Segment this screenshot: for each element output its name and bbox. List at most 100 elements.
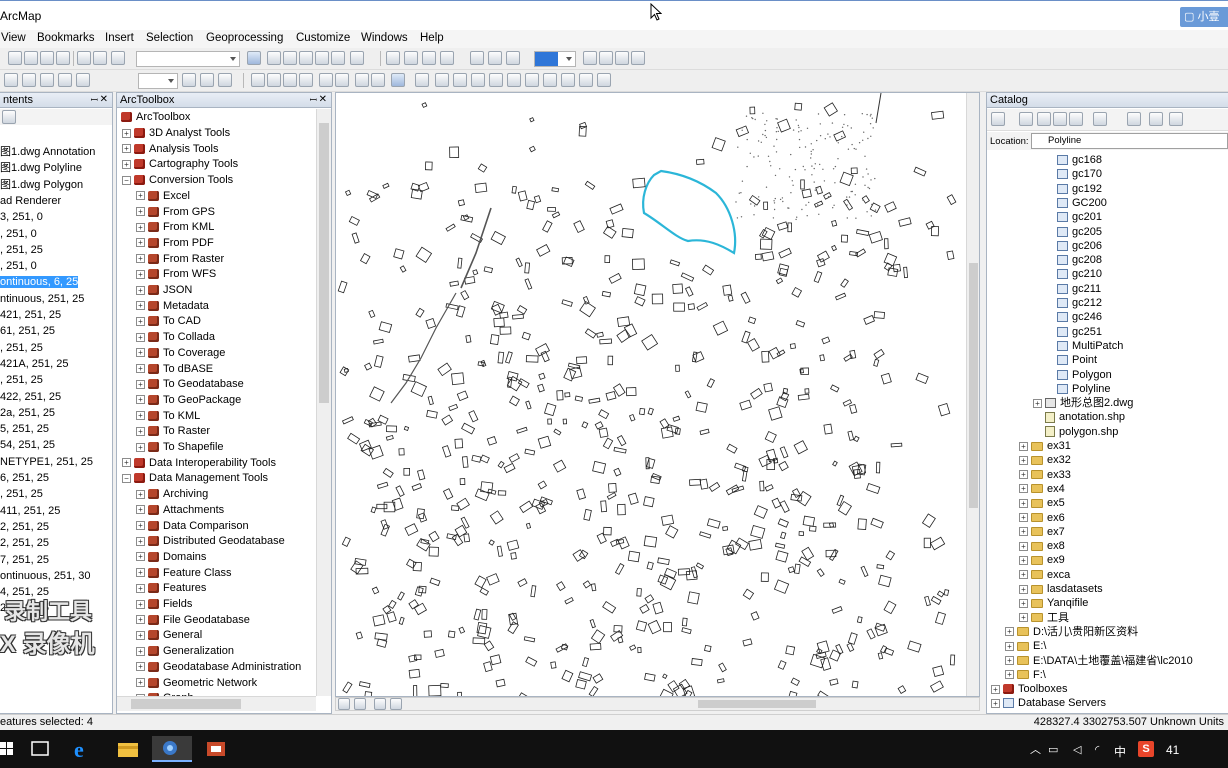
- expand-icon[interactable]: +: [136, 568, 145, 578]
- python-window-icon[interactable]: [299, 51, 313, 65]
- fixed-zoom-out-icon[interactable]: [335, 73, 349, 87]
- expand-icon[interactable]: +: [136, 254, 145, 264]
- expand-icon[interactable]: +: [1019, 541, 1028, 551]
- expand-icon[interactable]: +: [136, 238, 145, 248]
- toc-layer-row[interactable]: 7, 251, 25: [0, 552, 49, 568]
- toc-layer-row[interactable]: ad Renderer: [0, 193, 61, 209]
- toolset-item[interactable]: + Geodatabase Administration: [136, 660, 301, 676]
- toolset-item[interactable]: + To dBASE: [136, 362, 213, 378]
- catalog-item[interactable]: + F:\: [1005, 668, 1046, 682]
- catalog-item[interactable]: + ex9: [1019, 553, 1065, 567]
- print-icon[interactable]: [631, 51, 645, 65]
- identify-icon[interactable]: [453, 73, 467, 87]
- toolset-item[interactable]: + To Raster: [136, 424, 210, 440]
- delete-icon[interactable]: [56, 51, 70, 65]
- catalog-item[interactable]: + 地形总图2.dwg: [1033, 396, 1133, 410]
- toolbox-window-icon[interactable]: [283, 51, 297, 65]
- close-icon[interactable]: ✕: [319, 93, 327, 107]
- redo-icon[interactable]: [93, 51, 107, 65]
- connect-folder-icon[interactable]: [1053, 112, 1067, 126]
- toc-layer-row[interactable]: 54, 251, 25: [0, 437, 55, 453]
- georef-icon[interactable]: [470, 51, 484, 65]
- toolset-item[interactable]: + Generalization: [136, 644, 234, 660]
- toolset-item[interactable]: + Feature Class: [136, 566, 231, 582]
- expand-icon[interactable]: +: [136, 678, 145, 688]
- results-window-icon[interactable]: [331, 51, 345, 65]
- pin-icon[interactable]: ꟷ: [310, 93, 317, 107]
- catalog-item[interactable]: + ex4: [1019, 482, 1065, 496]
- forward-arrow-icon[interactable]: [1019, 112, 1033, 126]
- expand-icon[interactable]: +: [136, 285, 145, 295]
- expand-icon[interactable]: +: [136, 583, 145, 593]
- full-extent-icon[interactable]: [299, 73, 313, 87]
- expand-icon[interactable]: +: [1019, 513, 1028, 523]
- toolset-item[interactable]: + Domains: [136, 550, 206, 566]
- toolset-item[interactable]: + Metadata: [136, 299, 209, 315]
- add-data-icon[interactable]: [111, 51, 125, 65]
- expand-icon[interactable]: +: [136, 630, 145, 640]
- toc-layer-row[interactable]: , 251, 25: [0, 340, 43, 356]
- reshape-icon[interactable]: [200, 73, 214, 87]
- catalog-item[interactable]: gc168: [1057, 153, 1102, 167]
- topology-icon[interactable]: [422, 51, 436, 65]
- expand-icon[interactable]: +: [1019, 484, 1028, 494]
- expand-icon[interactable]: +: [136, 301, 145, 311]
- expand-icon[interactable]: +: [1019, 555, 1028, 565]
- catalog-item[interactable]: gc251: [1057, 325, 1102, 339]
- zoom-out-icon[interactable]: [267, 73, 281, 87]
- selected-polygon[interactable]: [642, 169, 737, 255]
- pause-drawing-icon[interactable]: [390, 698, 402, 710]
- toc-layer-row[interactable]: 图1.dwg Polygon: [0, 177, 83, 193]
- expand-icon[interactable]: +: [136, 615, 145, 625]
- catalog-item[interactable]: gc170: [1057, 167, 1102, 181]
- location-input[interactable]: Polyline: [1031, 133, 1228, 149]
- toolset-item[interactable]: + JSON: [136, 283, 192, 299]
- catalog-item[interactable]: gc210: [1057, 267, 1102, 281]
- forward-extent-icon[interactable]: [371, 73, 385, 87]
- toc-layer-row[interactable]: 421, 251, 25: [0, 307, 61, 323]
- expand-icon[interactable]: +: [136, 521, 145, 531]
- toolbox-item[interactable]: − Data Management Tools: [122, 471, 268, 487]
- select-features-icon[interactable]: [391, 73, 405, 87]
- measure-icon[interactable]: [615, 51, 629, 65]
- internet-explorer-icon[interactable]: e: [70, 736, 98, 762]
- save-icon[interactable]: [40, 51, 54, 65]
- toggle-contents-icon[interactable]: [1149, 112, 1163, 126]
- toc-layer-row[interactable]: ontinuous, 6, 25: [0, 274, 79, 290]
- toolset-item[interactable]: + Archiving: [136, 487, 208, 503]
- toolset-item[interactable]: + Fields: [136, 597, 192, 613]
- expand-icon[interactable]: +: [1005, 627, 1014, 637]
- expand-icon[interactable]: +: [136, 269, 145, 279]
- catalog-item[interactable]: + D:\活儿\贵阳新区资料: [1005, 625, 1138, 639]
- input-language[interactable]: 中: [1114, 743, 1126, 760]
- expand-icon[interactable]: +: [136, 552, 145, 562]
- map-view[interactable]: [335, 92, 980, 697]
- expand-icon[interactable]: +: [136, 426, 145, 436]
- view-options-icon[interactable]: [1093, 112, 1107, 126]
- toc-layer-row[interactable]: NETYPE1, 251, 25: [0, 454, 93, 470]
- catalog-item[interactable]: + Yanqifile: [1019, 596, 1088, 610]
- expand-icon[interactable]: +: [136, 599, 145, 609]
- toolset-item[interactable]: + Attachments: [136, 503, 224, 519]
- expand-icon[interactable]: +: [1005, 670, 1014, 680]
- expand-icon[interactable]: +: [136, 316, 145, 326]
- expand-icon[interactable]: +: [1019, 584, 1028, 594]
- fixed-zoom-in-icon[interactable]: [319, 73, 333, 87]
- expand-icon[interactable]: +: [136, 395, 145, 405]
- catalog-item[interactable]: Polyline: [1057, 382, 1111, 396]
- recorder-badge[interactable]: ▢ 小壹: [1180, 7, 1228, 27]
- menu-selection[interactable]: Selection: [146, 32, 193, 44]
- presentation-app-icon[interactable]: [202, 736, 230, 762]
- target-layer-combo[interactable]: [138, 73, 178, 89]
- expand-icon[interactable]: +: [136, 646, 145, 656]
- table-icon[interactable]: [599, 51, 613, 65]
- expand-icon[interactable]: +: [1005, 656, 1014, 666]
- toolset-item[interactable]: + From KML: [136, 220, 214, 236]
- toc-layer-row[interactable]: 2a, 251, 25: [0, 405, 55, 421]
- menu-help[interactable]: Help: [420, 32, 444, 44]
- toolset-item[interactable]: + To Geodatabase: [136, 377, 244, 393]
- 3d-icon[interactable]: [506, 51, 520, 65]
- toolset-item[interactable]: + Distributed Geodatabase: [136, 534, 285, 550]
- expand-icon[interactable]: +: [1019, 527, 1028, 537]
- editor-icon[interactable]: [247, 51, 261, 65]
